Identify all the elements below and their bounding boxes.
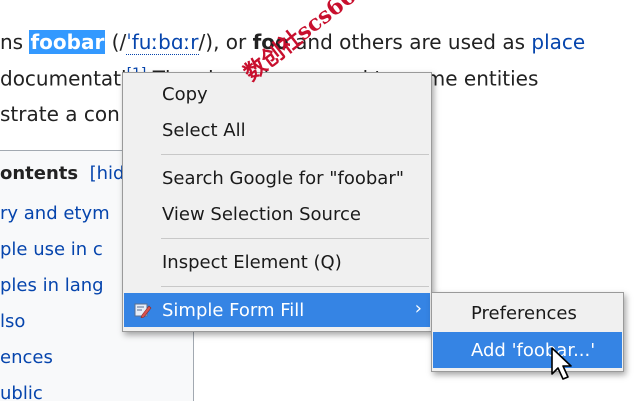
article-text: (/ [105, 30, 127, 54]
toc-heading: ontents [0, 163, 79, 184]
submenu-item-label: Preferences [471, 303, 577, 324]
toc-item[interactable]: ple use in c [0, 239, 103, 260]
context-menu: Copy Select All Search Google for "fooba… [122, 72, 432, 332]
menu-item-simple-form-fill[interactable]: Simple Form Fill › [124, 293, 430, 327]
selected-text[interactable]: foobar [29, 30, 106, 54]
pronunciation-link[interactable]: ˈfuːbɑːr [126, 30, 199, 55]
submenu-item-add-foobar[interactable]: Add 'foobar...' [433, 332, 622, 368]
menu-item-view-selection-source[interactable]: View Selection Source [124, 197, 430, 231]
menu-item-label: Select All [162, 120, 246, 141]
toc-item[interactable]: lso [0, 311, 25, 332]
article-line-3: strate a con [0, 102, 120, 126]
submenu-item-label: Add 'foobar...' [471, 340, 596, 361]
form-fill-icon [134, 303, 152, 318]
article-text: strate a con [0, 102, 120, 126]
toc-item[interactable]: ry and etym [0, 203, 110, 224]
mouse-pointer-icon [551, 347, 572, 380]
menu-item-search-google[interactable]: Search Google for "foobar" [124, 161, 430, 195]
article-text: /), or [198, 30, 253, 54]
chevron-right-icon: › [414, 298, 422, 319]
article-link[interactable]: place [531, 30, 585, 54]
menu-item-label: Search Google for "foobar" [162, 168, 405, 189]
submenu-item-preferences[interactable]: Preferences [433, 295, 622, 331]
menu-item-select-all[interactable]: Select All [124, 113, 430, 147]
menu-item-label: View Selection Source [162, 204, 361, 225]
menu-item-label: Simple Form Fill [162, 300, 305, 321]
article-text: ns [0, 30, 30, 54]
menu-separator [161, 238, 429, 239]
toc-item[interactable]: ences [0, 347, 53, 368]
menu-item-label: Copy [162, 84, 208, 105]
article-text: documentati [0, 66, 127, 91]
menu-separator [161, 286, 429, 287]
toc-item[interactable]: ples in lang [0, 275, 104, 296]
menu-item-label: Inspect Element (Q) [162, 252, 342, 273]
article-text: and others are used as [288, 30, 532, 54]
menu-item-copy[interactable]: Copy [124, 77, 430, 111]
menu-separator [161, 154, 429, 155]
submenu: Preferences Add 'foobar...' [431, 292, 624, 372]
menu-item-inspect-element[interactable]: Inspect Element (Q) [124, 245, 430, 279]
toc-title: ontents [hide [0, 163, 136, 184]
toc-item[interactable]: ublic [0, 383, 43, 401]
